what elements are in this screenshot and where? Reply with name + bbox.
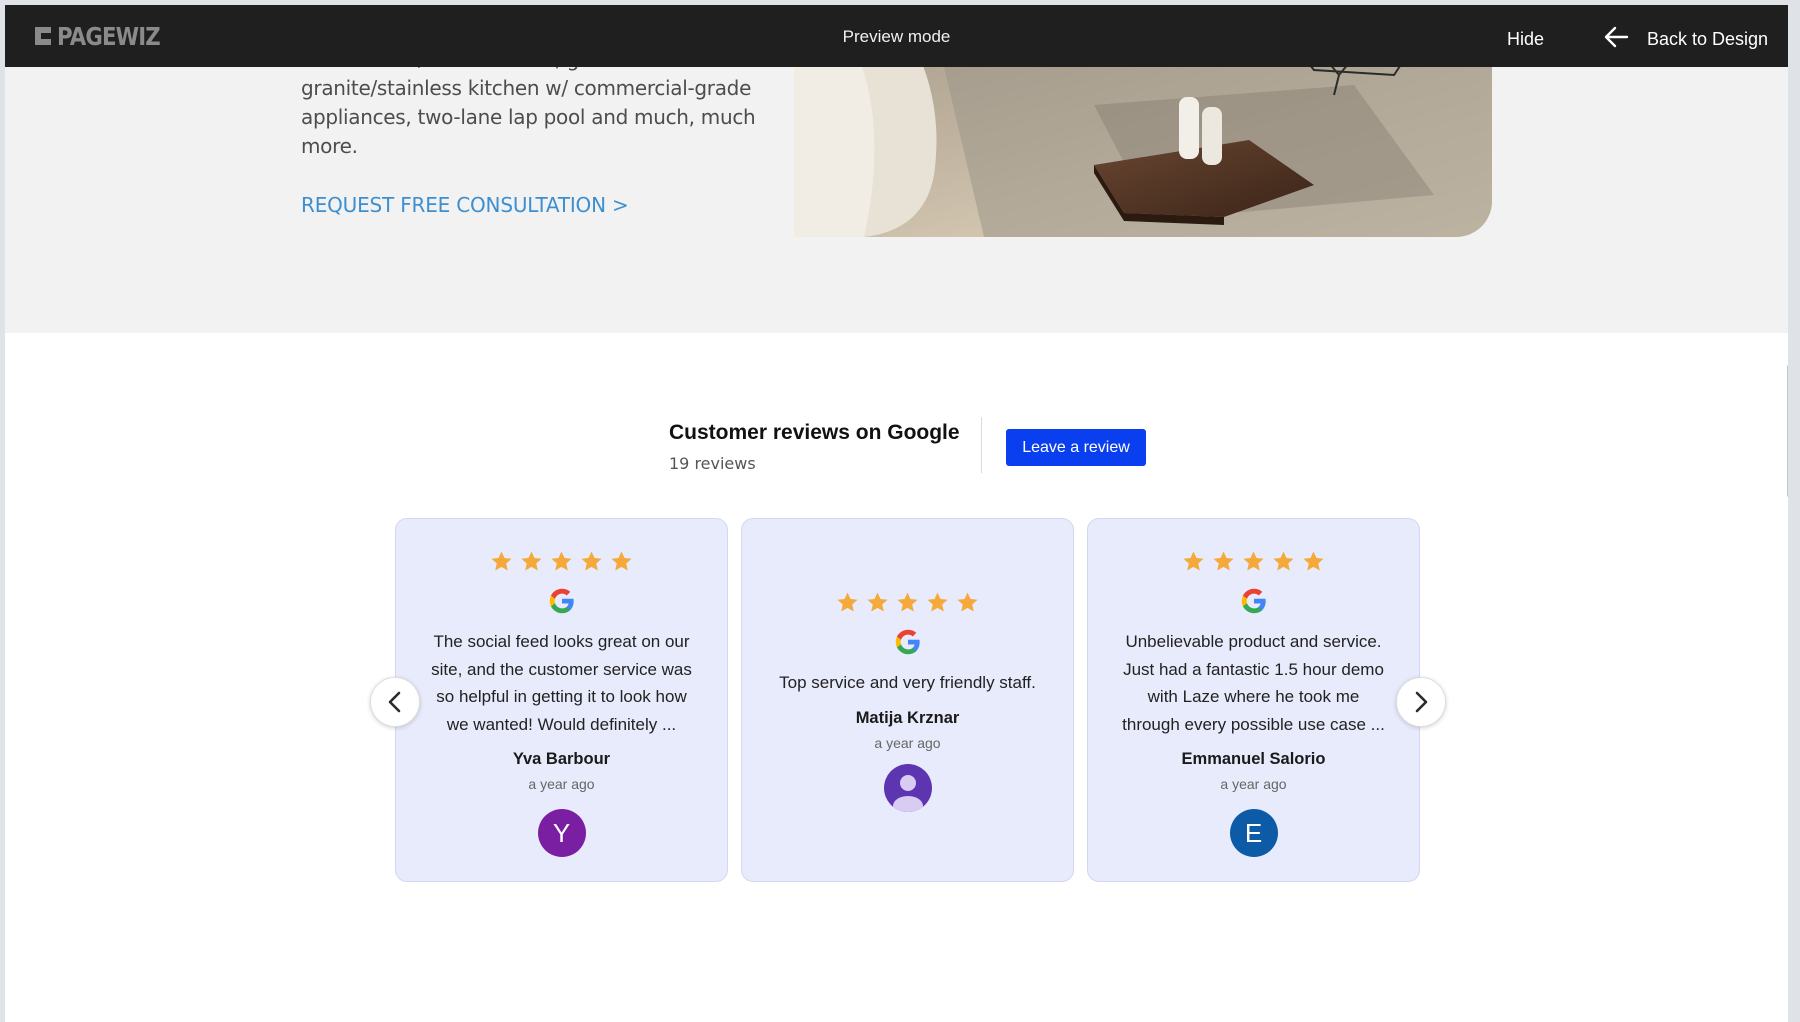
reviews-title: Customer reviews on Google — [669, 421, 960, 444]
hero-text-line: more. — [301, 134, 358, 158]
browser-viewport: bathroom w/ dual vanities, gourmet grani… — [5, 5, 1788, 1022]
review-card: The social feed looks great on our site,… — [395, 518, 728, 882]
star-icon — [521, 551, 542, 571]
logo-wordmark: PAGEWIZ — [57, 21, 161, 51]
review-card: Unbelievable product and service. Just h… — [1087, 518, 1420, 882]
page-scrollbar[interactable] — [1787, 363, 1788, 499]
star-icon — [897, 592, 918, 612]
living-room-photo — [794, 45, 1492, 237]
reviews-divider — [981, 417, 982, 473]
review-text-line: with Laze where he took me — [1147, 687, 1360, 706]
hero-text-line: granite/stainless kitchen w/ commercial-… — [301, 76, 752, 100]
review-text-line: Top service and very friendly staff. — [779, 673, 1036, 692]
star-icon — [1243, 551, 1264, 571]
review-text-line: site, and the customer service was — [431, 659, 692, 679]
avatar: E — [1229, 809, 1278, 857]
leave-review-button[interactable]: Leave a review — [1006, 429, 1146, 466]
star-icon — [1273, 551, 1294, 571]
chevron-left-icon — [388, 691, 401, 713]
arrow-left-icon — [1603, 26, 1629, 53]
default-user-icon — [892, 774, 923, 812]
request-consultation-link[interactable]: REQUEST FREE CONSULTATION > — [301, 193, 629, 217]
review-text: Top service and very friendly staff. — [742, 669, 1073, 697]
hero-text-line: appliances, two-lane lap pool and much, … — [301, 105, 756, 129]
star-rating — [1088, 550, 1419, 573]
review-text-line: through every possible use case ... — [1122, 714, 1385, 734]
carousel-prev-button[interactable] — [370, 677, 420, 727]
review-card: Top service and very friendly staff. Mat… — [741, 518, 1074, 882]
review-time: a year ago — [528, 776, 595, 792]
star-rating — [396, 550, 727, 573]
chevron-right-icon — [1415, 691, 1428, 713]
review-text-line: we wanted! Would definitely ... — [446, 714, 677, 734]
avatar: Y — [537, 809, 586, 857]
star-icon — [837, 592, 858, 612]
star-icon — [581, 551, 602, 571]
pagewiz-logo-mark — [35, 25, 53, 47]
review-text-line: The social feed looks great on our — [433, 632, 690, 651]
back-to-design-label: Back to Design — [1647, 29, 1769, 49]
review-text-line: so helpful in getting it to look how — [436, 687, 687, 706]
avatar — [883, 763, 932, 812]
carousel-next-button[interactable] — [1396, 677, 1446, 727]
living-room-illustration — [794, 45, 1492, 237]
reviewer-name[interactable]: Emmanuel Salorio — [1088, 750, 1419, 769]
back-to-design-button[interactable]: Back to Design — [1603, 26, 1768, 53]
review-text: Unbelievable product and service. Just h… — [1088, 628, 1419, 738]
star-rating — [742, 591, 1073, 614]
star-icon — [867, 592, 888, 612]
preview-topbar: PAGEWIZ Preview mode Hide Back to Design — [5, 5, 1788, 67]
reviewer-name[interactable]: Matija Krznar — [742, 709, 1073, 728]
review-time: a year ago — [874, 734, 941, 751]
review-text-line: Unbelievable product and service. — [1125, 632, 1382, 651]
star-icon — [611, 551, 632, 571]
pagewiz-logo: PAGEWIZ — [35, 21, 178, 51]
review-text-line: Just had a fantastic 1.5 hour demo — [1123, 659, 1384, 679]
review-text: The social feed looks great on our site,… — [396, 628, 727, 738]
google-g-icon — [549, 588, 574, 614]
review-time: a year ago — [1220, 776, 1287, 792]
star-icon — [1183, 551, 1204, 571]
star-icon — [1213, 551, 1234, 571]
reviews-count: 19 reviews — [669, 454, 756, 473]
star-icon — [1303, 551, 1324, 571]
star-icon — [957, 592, 978, 612]
hide-button[interactable]: Hide — [1507, 29, 1544, 50]
reviewer-name[interactable]: Yva Barbour — [396, 750, 727, 769]
star-icon — [551, 551, 572, 571]
star-icon — [491, 551, 512, 571]
google-g-icon — [895, 629, 920, 655]
google-g-icon — [1241, 588, 1266, 614]
star-icon — [927, 592, 948, 612]
